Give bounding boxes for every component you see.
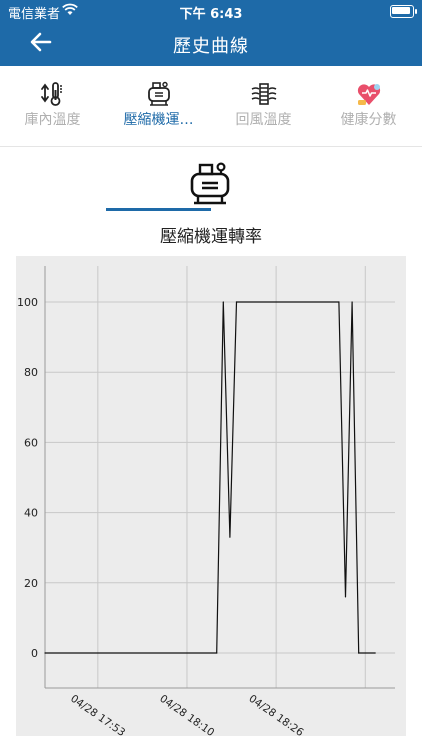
- data-point: [216, 652, 218, 654]
- battery-icon: [390, 5, 414, 18]
- data-point: [358, 652, 360, 654]
- tab-return-air-temperature[interactable]: 回風溫度: [211, 66, 316, 146]
- tab-label: 健康分數: [340, 112, 397, 128]
- tab-storage-temperature[interactable]: 庫內溫度: [0, 66, 105, 146]
- x-tick-label: 04/28 18:26: [246, 693, 305, 736]
- page-title: 歷史曲線: [173, 36, 249, 57]
- chart-title: 壓縮機運轉率: [160, 227, 262, 247]
- compressor-large-icon: [186, 160, 234, 208]
- health-heart-icon: [355, 80, 383, 108]
- compressor-rate-chart: 0 20 40 60 80 100 04/28 17:53 04/28 18:10 04/28 …: [17, 266, 395, 739]
- series-line: [45, 301, 376, 654]
- tab-compressor-rate[interactable]: 壓縮機運…: [106, 66, 211, 146]
- compressor-icon: [145, 80, 173, 108]
- data-point: [229, 536, 231, 538]
- thermometer-icon: [39, 80, 67, 108]
- data-point: [222, 301, 224, 303]
- x-tick-label: 04/28 18:10: [157, 693, 216, 736]
- app-header: 電信業者 下午 6:43 歷史曲線: [0, 0, 422, 66]
- y-tick-label: 40: [24, 507, 38, 520]
- y-tick-label: 60: [24, 436, 38, 449]
- status-bar: 電信業者 下午 6:43: [0, 0, 422, 22]
- active-tab-indicator: [106, 208, 211, 211]
- status-time: 下午 6:43: [179, 7, 243, 22]
- data-point: [374, 652, 376, 654]
- data-point: [235, 301, 238, 303]
- data-point: [44, 652, 46, 654]
- y-tick-label: 0: [31, 647, 38, 660]
- tab-bar: 庫內溫度 壓縮機運… 回風溫度 健康分數: [0, 66, 422, 211]
- data-point: [344, 596, 347, 598]
- tab-health-score[interactable]: 健康分數: [316, 66, 421, 146]
- battery-tip: [415, 9, 417, 14]
- data-point: [351, 301, 353, 303]
- x-tick-label: 04/28 17:53: [68, 693, 127, 736]
- return-air-icon: [250, 80, 278, 108]
- y-tick-label: 80: [24, 366, 38, 379]
- y-tick-label: 20: [24, 577, 38, 590]
- tab-label: 庫內溫度: [24, 112, 81, 128]
- tab-label: 回風溫度: [235, 112, 292, 128]
- data-point: [338, 301, 340, 303]
- tab-label: 壓縮機運…: [123, 112, 194, 128]
- chart-panel: 0 20 40 60 80 100 04/28 17:53 04/28 18:10 04/28 …: [16, 256, 406, 739]
- y-tick-label: 100: [17, 296, 38, 309]
